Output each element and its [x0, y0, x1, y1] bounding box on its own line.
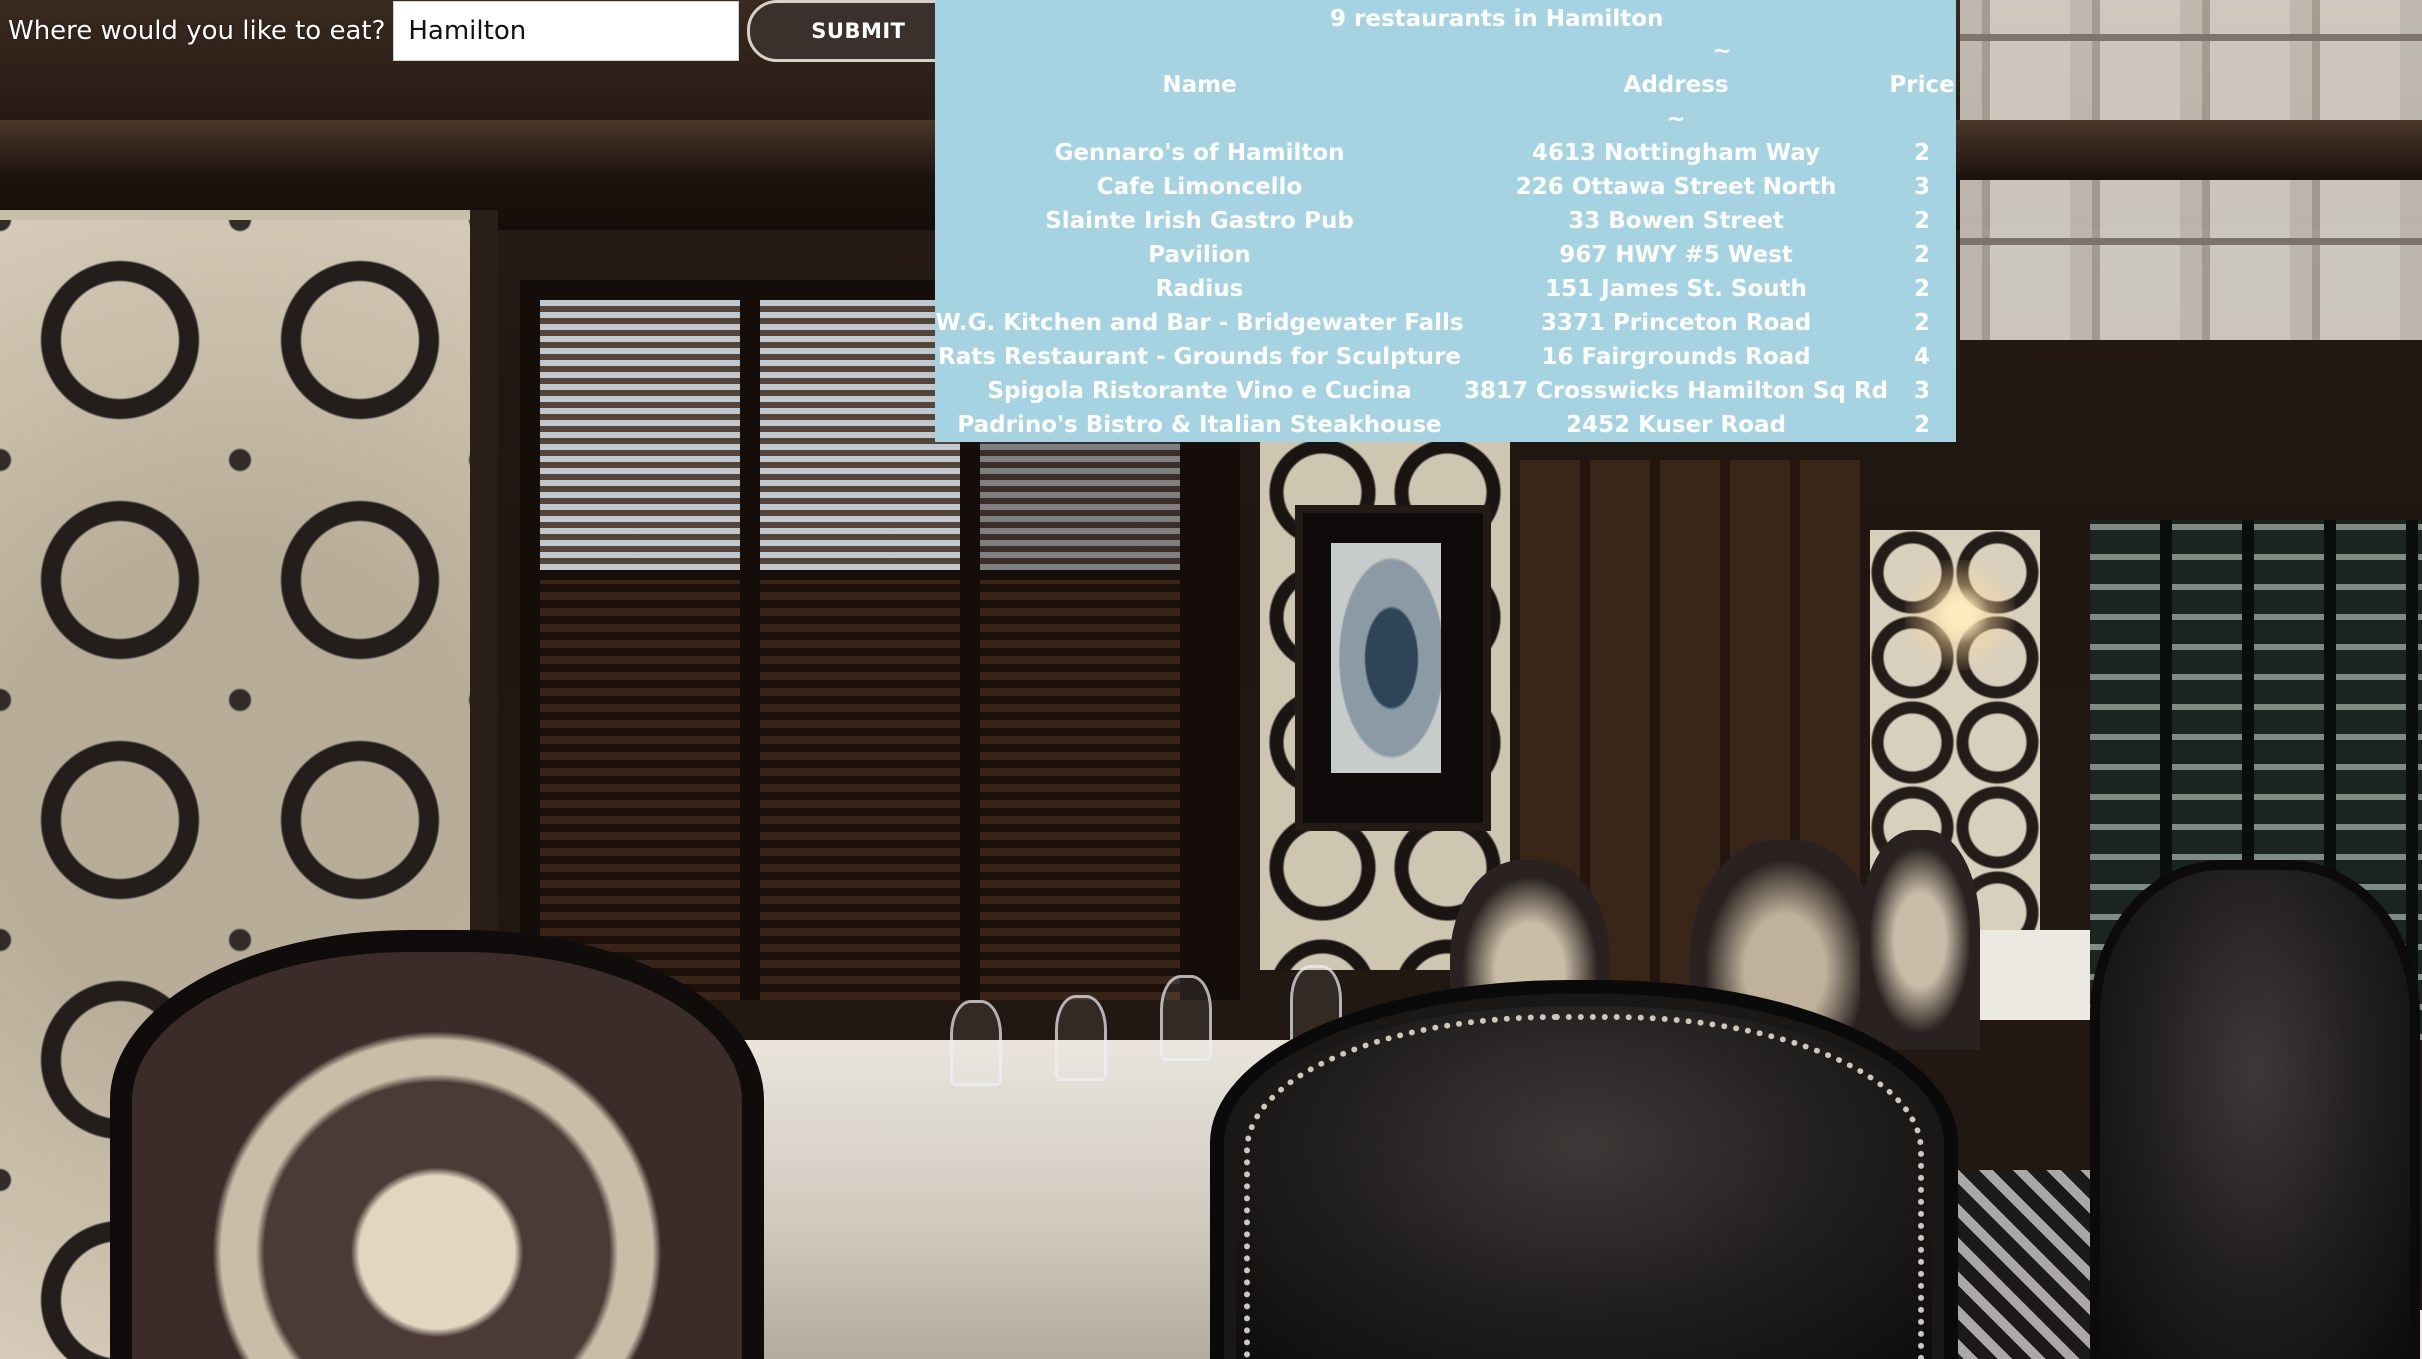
restaurant-price: 2: [1914, 310, 1931, 336]
restaurant-name: Slainte Irish Gastro Pub: [1045, 208, 1354, 234]
wine-glass: [1055, 995, 1107, 1081]
results-count: 9: [1330, 6, 1347, 32]
window-blind: [540, 300, 740, 570]
shutter: [540, 580, 740, 1000]
restaurant-price: 2: [1914, 140, 1931, 166]
restaurant-name: Pavilion: [1148, 242, 1251, 268]
dining-chair: [1860, 830, 1980, 1050]
restaurant-name: Padrino's Bistro & Italian Steakhouse: [957, 412, 1442, 438]
dining-chair: [110, 930, 764, 1359]
restaurant-address: 4613 Nottingham Way: [1532, 140, 1821, 166]
restaurant-name: Spigola Ristorante Vino e Cucina: [987, 378, 1412, 404]
table-row: Padrino's Bistro & Italian Steakhouse 24…: [935, 408, 1956, 442]
search-label: Where would you like to eat?: [8, 16, 386, 46]
restaurant-name: Gennaro's of Hamilton: [1054, 140, 1345, 166]
dining-chair: [2090, 860, 2420, 1359]
results-summary: 9 restaurants in Hamilton: [935, 2, 1956, 36]
restaurant-address: 967 HWY #5 West: [1559, 242, 1793, 268]
results-summary-text: restaurants in Hamilton: [1354, 6, 1664, 32]
wine-glass: [1160, 975, 1212, 1061]
shutter: [760, 580, 960, 1000]
restaurant-address: 16 Fairgrounds Road: [1541, 344, 1811, 370]
table-row: Gennaro's of Hamilton 4613 Nottingham Wa…: [935, 136, 1956, 170]
search-input[interactable]: [393, 1, 740, 61]
divider: ~: [1666, 106, 1686, 132]
dining-chair: [1210, 980, 1958, 1359]
results-table: Name Address Price ~ Gennaro's of Hamilt…: [935, 68, 1956, 442]
framed-picture: [1295, 505, 1491, 831]
column-header-name: Name: [1162, 72, 1237, 98]
shutter: [980, 580, 1180, 1000]
table-row: Spigola Ristorante Vino e Cucina 3817 Cr…: [935, 374, 1956, 408]
column-header-address: Address: [1623, 72, 1729, 98]
search-form: Where would you like to eat? SUBMIT: [0, 0, 970, 62]
restaurant-price: 2: [1914, 208, 1931, 234]
restaurant-name: W.G. Kitchen and Bar - Bridgewater Falls: [935, 310, 1464, 336]
wall-sconce: [1905, 560, 2015, 670]
wine-glass: [950, 1000, 1002, 1086]
restaurant-address: 33 Bowen Street: [1568, 208, 1784, 234]
header-divider-row: ~: [935, 102, 1956, 136]
restaurant-price: 3: [1914, 378, 1931, 404]
column-header-price: Price: [1889, 72, 1955, 98]
window-blind: [760, 300, 960, 570]
restaurant-price: 2: [1914, 412, 1931, 438]
restaurant-address: 151 James St. South: [1545, 276, 1807, 302]
restaurant-address: 3817 Crosswicks Hamilton Sq Rd: [1464, 378, 1889, 404]
restaurant-address: 2452 Kuser Road: [1566, 412, 1787, 438]
restaurant-price: 3: [1914, 174, 1931, 200]
restaurant-address: 226 Ottawa Street North: [1515, 174, 1837, 200]
results-panel: 9 restaurants in Hamilton ~ Name Address…: [935, 0, 1956, 442]
table-row: Rats Restaurant - Grounds for Sculpture …: [935, 340, 1956, 374]
table-row: W.G. Kitchen and Bar - Bridgewater Falls…: [935, 306, 1956, 340]
restaurant-name: Rats Restaurant - Grounds for Sculpture: [938, 344, 1461, 370]
restaurant-name: Radius: [1155, 276, 1244, 302]
restaurant-price: 2: [1914, 242, 1931, 268]
table-header-row: Name Address Price: [935, 68, 1956, 102]
restaurant-price: 4: [1914, 344, 1931, 370]
table-row: Cafe Limoncello 226 Ottawa Street North …: [935, 170, 1956, 204]
restaurant-address: 3371 Princeton Road: [1540, 310, 1812, 336]
divider: ~: [1712, 38, 1732, 64]
table-row: Radius 151 James St. South 2: [935, 272, 1956, 306]
restaurant-price: 2: [1914, 276, 1931, 302]
table-row: Pavilion 967 HWY #5 West 2: [935, 238, 1956, 272]
restaurant-name: Cafe Limoncello: [1096, 174, 1303, 200]
table-row: Slainte Irish Gastro Pub 33 Bowen Street…: [935, 204, 1956, 238]
